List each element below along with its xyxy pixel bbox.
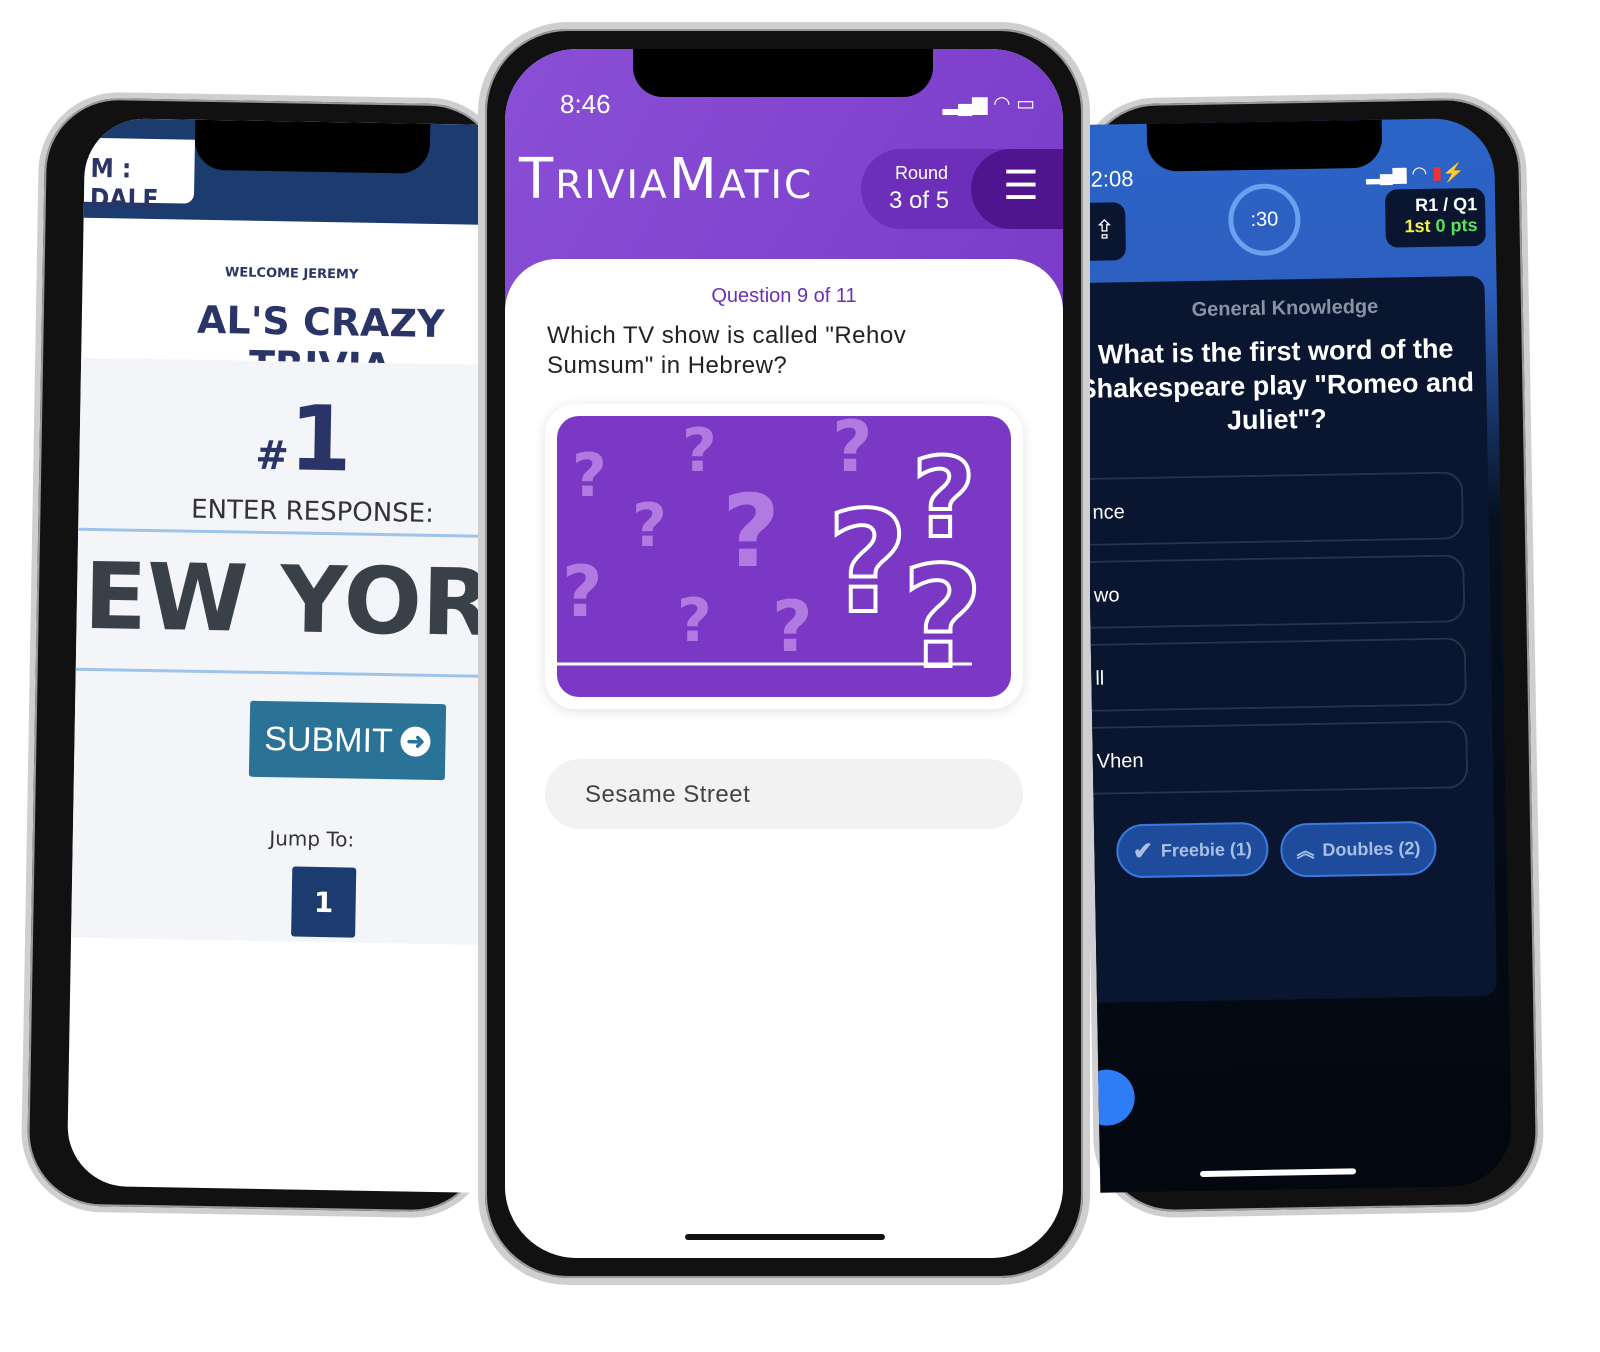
double-chevron-up-icon: ︽: [1296, 840, 1315, 862]
menu-button[interactable]: ☰: [971, 149, 1063, 229]
response-input[interactable]: NEW YORK: [67, 541, 504, 658]
status-icons: ▂▄▆ ◠ ▭: [943, 91, 1035, 116]
center-screen: 8:46 ▂▄▆ ◠ ▭ TriviaMatic Round 3 of 5 ☰ …: [505, 49, 1063, 1258]
freebie-label: Freebie (1): [1160, 838, 1253, 861]
welcome-text: WELCOME JEREMY: [224, 265, 359, 283]
battery-icon: ▮⚡: [1432, 162, 1465, 183]
question-card: Question 9 of 11 Which TV show is called…: [505, 259, 1063, 1258]
home-indicator: [1199, 1168, 1357, 1177]
round-question: R1 / Q1: [1414, 194, 1478, 216]
notch: [1146, 119, 1383, 172]
status-icons: ▂▄▆ ◠ ▮⚡: [1366, 162, 1465, 185]
right-screen: 2:08 ▂▄▆ ◠ ▮⚡ ⇪ :30 R1 / Q1 1st 0 pts Ge…: [1081, 117, 1513, 1193]
points: 0 pts: [1435, 215, 1478, 236]
svg-text:?: ?: [722, 473, 780, 590]
place: 1st: [1404, 215, 1431, 237]
answer-option-1[interactable]: nce: [1087, 471, 1465, 546]
center-phone: 8:46 ▂▄▆ ◠ ▭ TriviaMatic Round 3 of 5 ☰ …: [478, 22, 1090, 1285]
question-card: General Knowledge What is the first word…: [1081, 275, 1497, 1003]
question-text: What is the first word of the Shakespear…: [1081, 333, 1475, 436]
round-value: 3 of 5: [889, 187, 950, 214]
question-image: ?? ?? ?? ?? ???: [545, 404, 1023, 709]
category: General Knowledge: [1191, 295, 1379, 322]
svg-text:?: ?: [772, 586, 813, 668]
answer-input[interactable]: Sesame Street: [545, 759, 1023, 829]
wifi-icon: ◠: [1411, 162, 1428, 184]
team-label: M : DALE: [83, 137, 195, 215]
doubles-label: Doubles (2): [1322, 837, 1421, 860]
svg-text:?: ?: [682, 416, 717, 486]
notch: [633, 49, 933, 97]
home-indicator: [685, 1234, 885, 1240]
answer-option-3[interactable]: ll: [1090, 637, 1467, 712]
timer: :30: [1227, 183, 1302, 257]
question-marks-illustration-icon: ?? ?? ?? ?? ???: [557, 416, 1011, 697]
question-text: Which TV show is called "Rehov Sumsum" i…: [547, 322, 907, 379]
arrow-right-circle-icon: ➜: [400, 726, 431, 757]
wifi-icon: ◠: [993, 93, 1011, 115]
submit-label: SUBMIT: [263, 719, 394, 760]
brand-logo: TriviaMatic: [519, 147, 814, 212]
left-phone: M : DALE WELCOME JEREMY AL'S CRAZY TRIVI…: [20, 90, 510, 1220]
svg-text:?: ?: [562, 551, 603, 633]
left-screen: M : DALE WELCOME JEREMY AL'S CRAZY TRIVI…: [66, 117, 504, 1193]
doubles-button[interactable]: ︽ Doubles (2): [1279, 820, 1437, 878]
battery-icon: ▭: [1016, 93, 1035, 115]
score-box: R1 / Q1 1st 0 pts: [1384, 187, 1486, 248]
rank: #1: [79, 383, 499, 495]
answer-option-4[interactable]: Vhen: [1092, 720, 1469, 795]
question-counter: Question 9 of 11: [711, 285, 857, 307]
hamburger-icon: ☰: [1003, 164, 1039, 208]
answer-option-2[interactable]: wo: [1089, 554, 1466, 629]
svg-text:?: ?: [572, 441, 607, 511]
rank-hash: #: [254, 432, 290, 480]
status-time: 2:08: [1090, 166, 1134, 192]
status-time: 8:46: [560, 89, 611, 119]
signal-icon: ▂▄▆: [942, 93, 988, 115]
svg-text:?: ?: [832, 416, 873, 488]
right-phone: 2:08 ▂▄▆ ◠ ▮⚡ ⇪ :30 R1 / Q1 1st 0 pts Ge…: [1075, 91, 1545, 1219]
svg-text:?: ?: [827, 482, 908, 645]
svg-text:?: ?: [677, 586, 712, 656]
share-icon: ⇪: [1093, 214, 1116, 245]
freebie-button[interactable]: ✔ Freebie (1): [1115, 821, 1269, 879]
verified-badge-icon: ✔: [1132, 837, 1154, 865]
jump-button-1[interactable]: 1: [291, 866, 357, 938]
round-label: Round: [895, 163, 949, 183]
rank-number: 1: [288, 386, 353, 493]
submit-button[interactable]: SUBMIT ➜: [248, 700, 447, 781]
notch: [194, 119, 431, 174]
svg-text:?: ?: [632, 491, 667, 561]
signal-icon: ▂▄▆: [1365, 163, 1407, 184]
svg-text:?: ?: [902, 537, 983, 697]
